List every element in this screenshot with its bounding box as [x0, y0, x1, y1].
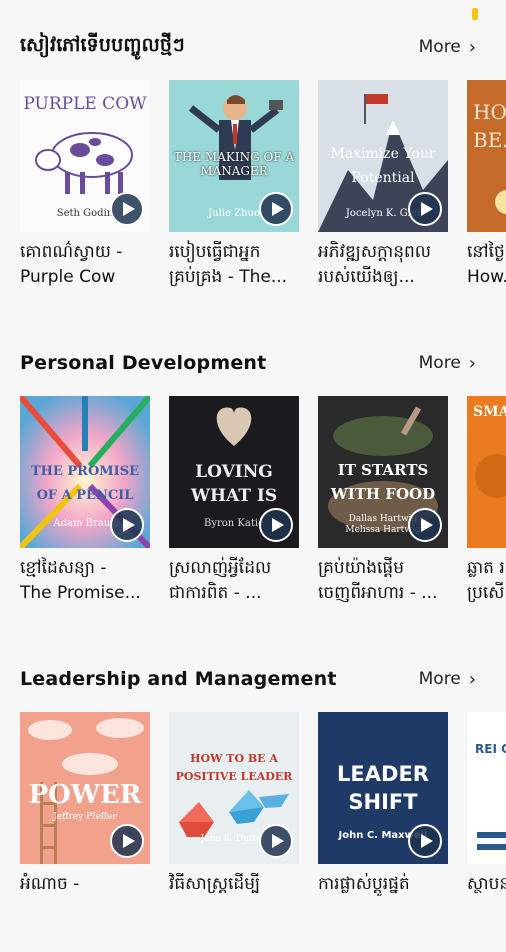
book-title-khmer: ខ្មៅដៃសន្យា - [20, 558, 107, 578]
chevron-right-icon: › [468, 36, 476, 58]
book-card[interactable]: PURPLE COW Seth Godin គោពណ៌ស្វាយ - Purpl… [20, 80, 150, 290]
book-title-khmer: ការផ្លាស់ប្តូរផ្នត់ [318, 874, 410, 894]
book-card[interactable]: POWER Jeffrey Pfeffer អំណាច - [20, 712, 150, 896]
book-cover[interactable]: HOW TO BE A POSITIVE LEADER Jane E. Dutt… [169, 712, 299, 864]
book-card[interactable]: IT STARTS WITH FOOD Dallas Hartwig Melis… [318, 396, 448, 606]
book-row: POWER Jeffrey Pfeffer អំណាច - HOW TO BE … [20, 712, 506, 952]
play-button[interactable] [110, 192, 144, 226]
more-link[interactable]: More › [419, 37, 476, 58]
book-card[interactable]: REI ORGA ស្ថាបន [467, 712, 506, 896]
play-button[interactable] [408, 192, 442, 226]
book-cover[interactable]: POWER Jeffrey Pfeffer [20, 712, 150, 864]
book-card[interactable]: HOW TO BE... នៅថ្ងៃ How... [467, 80, 506, 290]
play-icon [271, 518, 284, 532]
cover-title: Maximize Your Potential [330, 146, 436, 186]
section-title: Personal Development [20, 352, 267, 374]
book-cover[interactable]: THE MAKING OF A MANAGER Julie Zhuo [169, 80, 299, 232]
play-button[interactable] [259, 508, 293, 542]
book-card[interactable]: THE PROMISE OF A PENCIL Adam Braun ខ្មៅដ… [20, 396, 150, 606]
play-icon [420, 518, 433, 532]
book-title-khmer: របៀបធ្វើជាអ្នក [169, 242, 261, 262]
book-title-khmer: គ្រប់យ៉ាងផ្តើម [318, 558, 404, 578]
book-cover[interactable]: IT STARTS WITH FOOD Dallas Hartwig Melis… [318, 396, 448, 548]
book-cover[interactable]: REI ORGA [467, 712, 506, 864]
play-icon [420, 834, 433, 848]
cover-title: THE PROMISE OF A PENCIL [30, 464, 140, 503]
play-icon [122, 202, 135, 216]
play-button[interactable] [259, 192, 293, 226]
book-row: THE PROMISE OF A PENCIL Adam Braun ខ្មៅដ… [20, 396, 506, 636]
book-title-english: Purple Cow [20, 267, 116, 287]
cover-title: THE MAKING OF A MANAGER [173, 150, 295, 178]
book-card[interactable]: Maximize Your Potential Jocelyn K. Glei … [318, 80, 448, 290]
book-title-khmer: ឆ្លាត រ [467, 558, 505, 578]
cover-title: IT STARTS WITH FOOD [330, 461, 436, 503]
book-row: PURPLE COW Seth Godin គោពណ៌ស្វាយ - Purpl… [20, 80, 506, 320]
cover-title: LOVING WHAT IS [190, 462, 278, 506]
cover-title: LEADER SHIFT [337, 762, 429, 814]
play-button[interactable] [110, 508, 144, 542]
book-title-khmer: គោពណ៌ស្វាយ - [20, 242, 123, 262]
book-title-khmer: ស្រលាញ់អ្វីដែល [169, 558, 272, 578]
play-button[interactable] [259, 824, 293, 858]
book-card[interactable]: LOVING WHAT IS Byron Katie ស្រលាញ់អ្វីដែ… [169, 396, 299, 606]
book-title-khmer: វិធីសាស្ត្រដើម្បី [169, 874, 261, 894]
book-cover[interactable]: SMA [467, 396, 506, 548]
more-link[interactable]: More › [419, 669, 476, 690]
status-indicator [472, 8, 478, 20]
section-title: សៀវភៅទើបបញ្ចូលថ្មីៗ [20, 34, 185, 56]
book-cover[interactable]: HOW TO BE... [467, 80, 506, 232]
more-label: More [418, 669, 461, 689]
more-label: More [418, 353, 461, 373]
book-cover[interactable]: PURPLE COW Seth Godin [20, 80, 150, 232]
cover-title: PURPLE COW [23, 94, 147, 114]
play-icon [271, 834, 284, 848]
chevron-right-icon: › [468, 352, 476, 374]
book-title-english: គ្រប់គ្រង - The... [169, 267, 288, 287]
play-button[interactable] [408, 508, 442, 542]
book-cover[interactable]: LEADER SHIFT John C. Maxwell [318, 712, 448, 864]
play-icon [122, 834, 135, 848]
book-cover[interactable]: LOVING WHAT IS Byron Katie [169, 396, 299, 548]
book-title-khmer: អំណាច - [20, 874, 80, 894]
play-icon [420, 202, 433, 216]
book-card[interactable]: LEADER SHIFT John C. Maxwell ការផ្លាស់ប្… [318, 712, 448, 896]
book-title-english: ជាការពិត - ... [169, 583, 262, 603]
more-link[interactable]: More › [419, 353, 476, 374]
book-title-khmer: អភិវឌ្ឍសក្តានុពល [318, 242, 431, 262]
cover-author: Jeffrey Pfeffer [53, 812, 117, 822]
play-button[interactable] [110, 824, 144, 858]
play-button[interactable] [408, 824, 442, 858]
more-label: More [418, 37, 461, 57]
cover-title: HOW TO BE... [473, 100, 506, 152]
cover-title: HOW TO BE A POSITIVE LEADER [175, 752, 293, 783]
book-title-english: The Promise... [20, 583, 141, 603]
book-title-english: ប្រសើ [467, 583, 505, 603]
section-title: Leadership and Management [20, 668, 337, 690]
book-title-english: How... [467, 267, 506, 287]
book-title-english: របស់យើងឲ្យ... [318, 267, 415, 287]
cover-title: POWER [28, 780, 142, 810]
book-card[interactable]: SMA ឆ្លាត រ ប្រសើ [467, 396, 506, 606]
cover-title: SMA [473, 404, 506, 420]
play-icon [122, 518, 135, 532]
book-title-english: ចេញពីអាហារ - ... [318, 583, 438, 603]
book-title-khmer: នៅថ្ងៃ [467, 242, 505, 262]
book-card[interactable]: THE MAKING OF A MANAGER Julie Zhuo របៀបធ… [169, 80, 299, 290]
cover-title: REI ORGA [475, 742, 506, 756]
chevron-right-icon: › [468, 668, 476, 690]
play-icon [271, 202, 284, 216]
book-card[interactable]: HOW TO BE A POSITIVE LEADER Jane E. Dutt… [169, 712, 299, 896]
book-cover[interactable]: Maximize Your Potential Jocelyn K. Glei [318, 80, 448, 232]
book-cover[interactable]: THE PROMISE OF A PENCIL Adam Braun [20, 396, 150, 548]
book-title-khmer: ស្ថាបន [467, 874, 506, 894]
